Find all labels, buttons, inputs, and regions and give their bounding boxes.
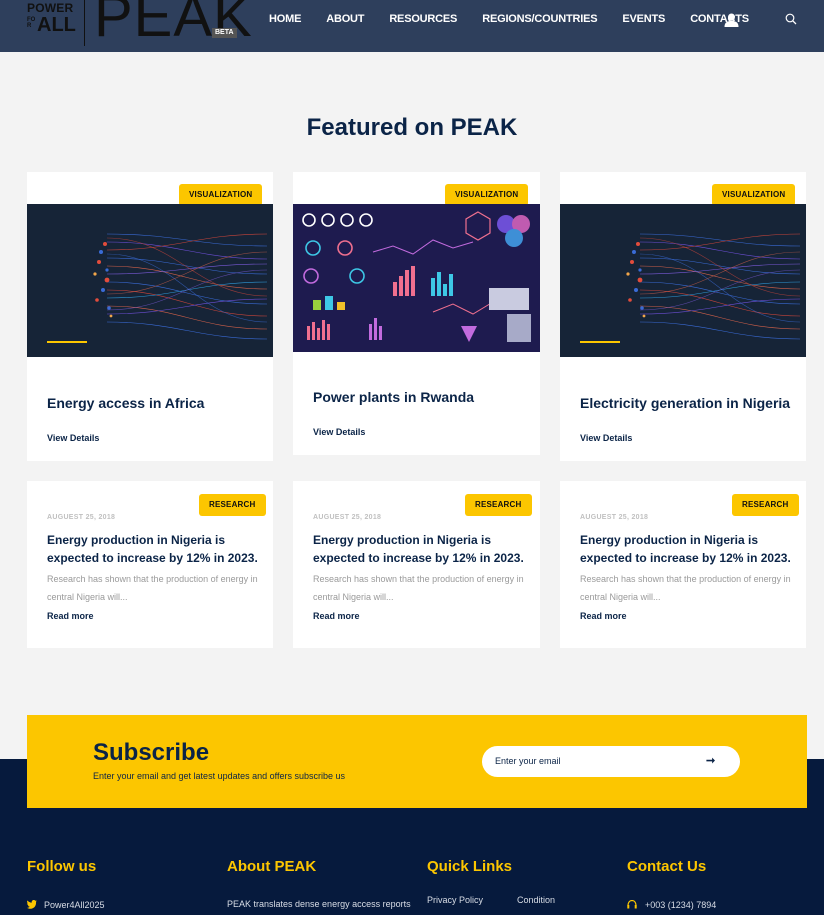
- post-excerpt: Research has shown that the production o…: [47, 574, 258, 602]
- featured-card[interactable]: VISUALIZATION: [560, 172, 806, 461]
- category-badge: RESEARCH: [199, 494, 266, 516]
- category-badge: VISUALIZATION: [179, 184, 263, 206]
- read-more-link[interactable]: Read more: [580, 611, 627, 621]
- condition-link[interactable]: Condition: [517, 895, 555, 905]
- card-title[interactable]: Power plants in Rwanda: [313, 389, 474, 405]
- contact-us-heading: Contact Us: [627, 858, 707, 875]
- nav-regions-countries[interactable]: REGIONS/COUNTRIES: [482, 13, 597, 26]
- nav-home[interactable]: HOME: [269, 13, 301, 26]
- subscribe-banner: Subscribe Enter your email and get lates…: [27, 715, 807, 808]
- research-card[interactable]: RESEARCH AUGUEST 25, 2018 Energy product…: [27, 481, 273, 648]
- logo-all-text: ALL: [37, 14, 76, 36]
- main-nav: HOME ABOUT RESOURCES REGIONS/COUNTRIES E…: [269, 13, 774, 26]
- card-title[interactable]: Energy access in Africa: [47, 395, 204, 411]
- submit-arrow-icon[interactable]: ➞: [706, 754, 715, 767]
- post-title[interactable]: Energy production in Nigeria is expected…: [580, 531, 806, 567]
- flow-visualization-image[interactable]: [27, 204, 273, 357]
- subscribe-text: Enter your email and get latest updates …: [93, 771, 345, 781]
- subscribe-title: Subscribe: [93, 739, 210, 766]
- email-placeholder: Enter your email: [495, 756, 561, 766]
- post-excerpt: Research has shown that the production o…: [580, 574, 791, 602]
- flow-visualization-image[interactable]: [560, 204, 806, 357]
- about-peak-heading: About PEAK: [227, 858, 317, 875]
- category-badge: VISUALIZATION: [712, 184, 796, 206]
- research-card[interactable]: RESEARCH AUGUEST 25, 2018 Energy product…: [560, 481, 806, 648]
- logo-power-text: POWER: [27, 1, 74, 15]
- logo-divider: [84, 0, 85, 46]
- follow-us-heading: Follow us: [27, 858, 97, 875]
- privacy-policy-link[interactable]: Privacy Policy: [427, 895, 483, 905]
- post-date: AUGUEST 25, 2018: [47, 514, 116, 521]
- headset-icon: [627, 900, 637, 909]
- nav-events[interactable]: EVENTS: [622, 13, 665, 26]
- post-title[interactable]: Energy production in Nigeria is expected…: [313, 531, 539, 567]
- featured-title: Featured on PEAK: [306, 114, 518, 141]
- nav-resources[interactable]: RESOURCES: [389, 13, 457, 26]
- dashboard-infographic-image[interactable]: [293, 204, 540, 352]
- twitter-icon[interactable]: [27, 900, 37, 909]
- quick-links-heading: Quick Links: [427, 858, 513, 875]
- user-icon[interactable]: [724, 13, 739, 27]
- beta-tag: BETA: [212, 28, 237, 38]
- email-field[interactable]: Enter your email ➞: [482, 746, 740, 777]
- peak-logo[interactable]: PEAK: [94, 0, 253, 48]
- view-details-link[interactable]: View Details: [580, 433, 632, 443]
- read-more-link[interactable]: Read more: [313, 611, 360, 621]
- category-badge: RESEARCH: [732, 494, 799, 516]
- view-details-link[interactable]: View Details: [47, 433, 99, 443]
- post-title[interactable]: Energy production in Nigeria is expected…: [47, 531, 273, 567]
- post-date: AUGUEST 25, 2018: [313, 514, 382, 521]
- contact-phone[interactable]: +003 (1234) 7894: [645, 900, 716, 910]
- logo-for-text: FOR: [27, 17, 36, 29]
- twitter-handle[interactable]: Power4All2025: [44, 900, 105, 910]
- featured-card[interactable]: VISUALIZATION Power plants in Rwanda Vie…: [293, 172, 540, 455]
- view-details-link[interactable]: View Details: [313, 427, 365, 437]
- category-badge: VISUALIZATION: [445, 184, 529, 206]
- site-header: POWER FOR ALL PEAK BETA HOME ABOUT RESOU…: [0, 0, 824, 52]
- card-title[interactable]: Electricity generation in Nigeria: [580, 395, 790, 411]
- search-icon[interactable]: [785, 13, 797, 25]
- about-peak-text: PEAK translates dense energy access repo…: [227, 899, 411, 909]
- post-excerpt: Research has shown that the production o…: [313, 574, 524, 602]
- featured-card[interactable]: VISUALIZATION: [27, 172, 273, 461]
- post-date: AUGUEST 25, 2018: [580, 514, 649, 521]
- nav-contacts[interactable]: CONTACTS: [690, 13, 749, 26]
- category-badge: RESEARCH: [465, 494, 532, 516]
- nav-about[interactable]: ABOUT: [326, 13, 364, 26]
- research-card[interactable]: RESEARCH AUGUEST 25, 2018 Energy product…: [293, 481, 540, 648]
- read-more-link[interactable]: Read more: [47, 611, 94, 621]
